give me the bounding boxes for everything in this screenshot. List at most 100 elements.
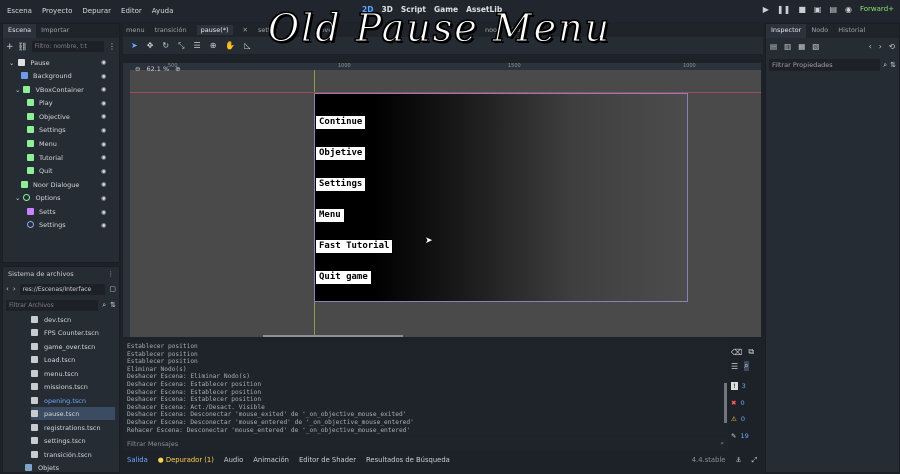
pause-button-objetive[interactable]: Objetive xyxy=(315,146,367,161)
tree-node-settings-instance[interactable]: Settings xyxy=(27,218,66,231)
tab-salida[interactable]: Salida xyxy=(127,456,148,464)
file-item[interactable]: Load.tscn xyxy=(31,353,115,366)
log-scrollbar[interactable] xyxy=(724,383,727,423)
error-count-badge[interactable]: ✖ 0 xyxy=(731,397,756,409)
link-icon[interactable]: ⛓ xyxy=(18,42,28,51)
pivot-tool-icon[interactable]: ⊕ xyxy=(210,41,217,50)
play-custom-icon[interactable]: ▤ xyxy=(829,5,837,14)
workspace-3d[interactable]: 3D xyxy=(381,5,392,14)
filter-options-icon[interactable]: ⋮ xyxy=(108,42,116,51)
property-filter-input[interactable]: Filtrar Propiedades xyxy=(769,59,881,71)
tree-node-pause[interactable]: ⌄ Pause xyxy=(9,56,50,69)
eye-icon[interactable]: ◉ xyxy=(101,192,115,206)
pause-button-fast-tutorial[interactable]: Fast Tutorial xyxy=(315,239,394,254)
tree-node-quit[interactable]: Quit xyxy=(27,164,53,177)
file-item-selected[interactable]: pause.tscn xyxy=(31,407,115,420)
zoom-level[interactable]: 62.1 % xyxy=(146,65,169,73)
pause-button-settings[interactable]: Settings xyxy=(315,177,367,192)
menu-editor[interactable]: Editor xyxy=(121,7,142,15)
eye-icon[interactable]: ◉ xyxy=(101,206,115,220)
file-item[interactable]: settings.tscn xyxy=(31,434,115,447)
canvas-viewport[interactable]: 500 1000 1500 1000 ⊖ 62.1 % ⊕ Continue O… xyxy=(123,63,761,337)
menu-depurar[interactable]: Depurar xyxy=(82,7,111,15)
tree-node-menu[interactable]: Menu xyxy=(27,137,57,150)
message-filter-input[interactable]: Filtrar Mensajes xyxy=(127,440,178,448)
tree-node-settings[interactable]: Settings xyxy=(27,123,66,136)
eye-icon[interactable]: ◉ xyxy=(101,70,115,84)
move-tool-icon[interactable]: ✥ xyxy=(147,41,154,50)
clear-icon[interactable]: ⌫ xyxy=(731,348,742,357)
warning-count-badge[interactable]: ⚠ 0 xyxy=(731,413,756,425)
scene-filter-input[interactable]: Filtro: nombre, t:t xyxy=(31,41,104,52)
tab-importar[interactable]: Importar xyxy=(36,24,74,38)
tab-historial[interactable]: Historial xyxy=(833,24,870,38)
back-arrow-icon[interactable]: ‹ xyxy=(6,285,9,293)
close-icon[interactable]: ✕ xyxy=(243,26,248,34)
movie-icon[interactable]: ◉ xyxy=(845,5,852,14)
pause-button-continue[interactable]: Continue xyxy=(315,115,367,130)
stop-icon[interactable]: ■ xyxy=(798,5,806,14)
file-item[interactable]: registrations.tscn xyxy=(31,421,115,434)
eye-icon[interactable]: ◉ xyxy=(101,56,115,70)
play-scene-icon[interactable]: ▣ xyxy=(814,5,822,14)
scale-tool-icon[interactable]: ⤡ xyxy=(178,41,184,51)
menu-dots-icon[interactable]: ⋮ xyxy=(108,270,115,278)
object-history-icon[interactable]: ⟲ xyxy=(889,42,895,51)
pan-tool-icon[interactable]: ✋ xyxy=(225,41,235,50)
tree-node-play[interactable]: Play xyxy=(27,96,53,109)
pause-button-menu[interactable]: Menu xyxy=(315,208,345,223)
tree-node-objective[interactable]: Objective xyxy=(27,110,70,123)
ruler-tool-icon[interactable]: ◺ xyxy=(244,41,250,50)
tree-node-noor-dialogue[interactable]: Noor Dialogue xyxy=(21,178,79,191)
new-resource-icon[interactable]: ▤ xyxy=(770,42,777,51)
renderer-select[interactable]: Forward+ xyxy=(860,5,894,14)
history-back-icon[interactable]: ‹ xyxy=(869,42,872,51)
wrap-icon[interactable]: ☰ xyxy=(731,362,738,371)
eye-icon[interactable]: ◉ xyxy=(101,165,115,179)
tree-node-background[interactable]: Background xyxy=(21,69,72,82)
menu-escena[interactable]: Escena xyxy=(7,7,32,15)
scene-tab[interactable]: droff xyxy=(510,26,525,34)
inspector-options-icon[interactable]: ⇅ xyxy=(890,61,896,69)
forward-arrow-icon[interactable]: › xyxy=(13,285,16,293)
tab-depurador[interactable]: ● Depurador (1) xyxy=(158,456,214,464)
search-toggle-icon[interactable]: ⌕ xyxy=(744,361,749,371)
file-item[interactable]: transición.tscn xyxy=(31,448,115,461)
tab-search-results[interactable]: Resultados de Búsqueda xyxy=(366,456,450,464)
tab-inspector[interactable]: Inspector xyxy=(766,24,807,38)
scene-tab-active[interactable]: pause(*) xyxy=(196,25,233,35)
tree-node-options[interactable]: ⌄ Options xyxy=(15,191,61,204)
workspace-script[interactable]: Script xyxy=(401,5,426,14)
file-item[interactable]: dev.tscn xyxy=(31,313,115,326)
filesystem-filter-input[interactable]: Filtrar Archivos xyxy=(6,299,99,311)
eye-icon[interactable]: ◉ xyxy=(101,138,115,152)
menu-proyecto[interactable]: Proyecto xyxy=(42,7,72,15)
scene-tab[interactable]: transición xyxy=(155,26,187,34)
pause-icon[interactable]: ❚❚ xyxy=(777,5,790,14)
scene-tab[interactable]: noor xyxy=(485,26,500,34)
copy-icon[interactable]: ⧉ xyxy=(748,347,754,357)
extra-resource-icon[interactable]: ▧ xyxy=(812,42,819,51)
file-item[interactable]: game_over.tscn xyxy=(31,340,115,353)
tree-node-setts[interactable]: Setts xyxy=(27,205,56,218)
pause-button-quit-game[interactable]: Quit game xyxy=(315,270,372,285)
tab-escena[interactable]: Escena xyxy=(3,24,37,38)
eye-icon[interactable]: ◉ xyxy=(101,83,115,97)
info-count-badge[interactable]: ✎ 19 xyxy=(731,430,756,442)
folder-item[interactable]: Objets xyxy=(25,461,109,474)
zoom-in-icon[interactable]: ⊕ xyxy=(175,65,180,73)
eye-icon[interactable]: ◉ xyxy=(101,219,115,233)
menu-ayuda[interactable]: Ayuda xyxy=(152,7,174,15)
open-resource-icon[interactable]: ▥ xyxy=(784,42,791,51)
history-forward-icon[interactable]: › xyxy=(879,42,882,51)
eye-icon[interactable]: ◉ xyxy=(101,110,115,124)
scene-tab[interactable]: sett xyxy=(258,26,270,34)
select-tool-icon[interactable]: ➤ xyxy=(131,41,138,50)
eye-icon[interactable]: ◉ xyxy=(101,151,115,165)
tab-animacion[interactable]: Animación xyxy=(253,456,289,464)
file-item[interactable]: missions.tscn xyxy=(31,380,115,393)
tab-audio[interactable]: Audio xyxy=(224,456,243,464)
collapse-arrow-icon[interactable]: ⌄ xyxy=(9,59,14,67)
message-count-badge[interactable]: ! 3 xyxy=(731,380,756,392)
play-icon[interactable]: ▶ xyxy=(763,5,769,14)
